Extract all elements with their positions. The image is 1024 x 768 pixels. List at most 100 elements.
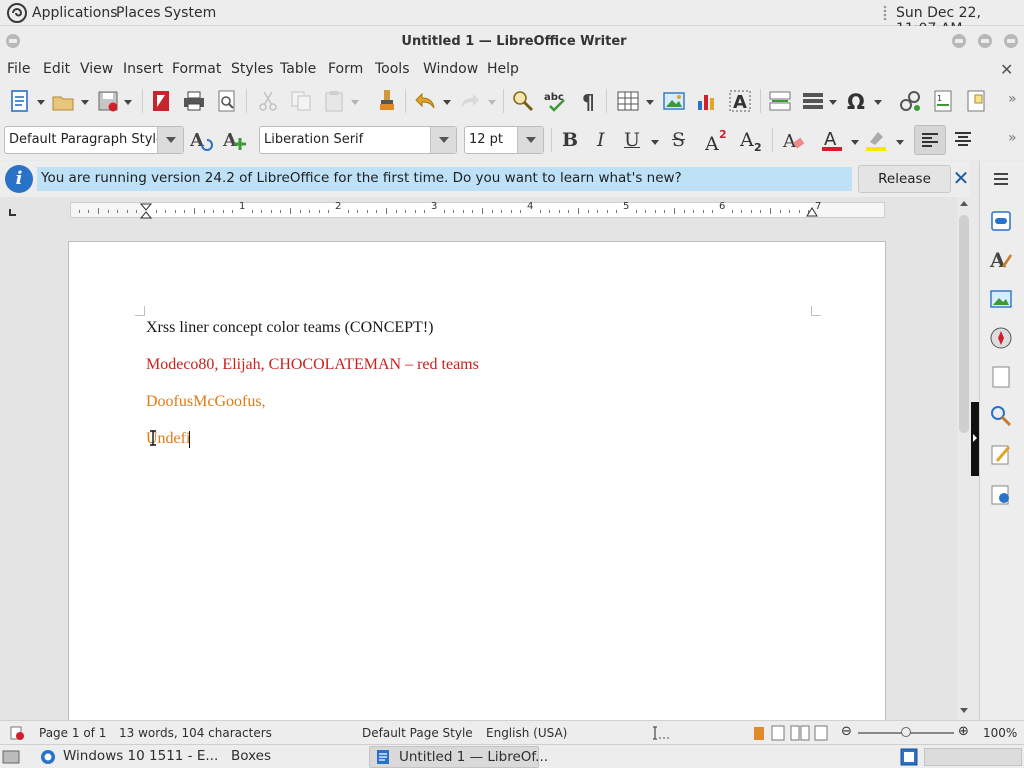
font-color-icon[interactable]: A	[820, 128, 844, 152]
export-pdf-icon[interactable]	[149, 89, 173, 113]
align-center-icon[interactable]	[953, 130, 973, 150]
digital-signature-icon[interactable]	[753, 725, 765, 741]
redo-dropdown-icon[interactable]	[488, 100, 496, 105]
design-icon[interactable]	[989, 483, 1013, 507]
strikethrough-button[interactable]: S	[672, 129, 685, 151]
spelling-icon[interactable]: abc	[544, 89, 568, 113]
workspace-pager[interactable]	[924, 748, 1022, 766]
highlight-dropdown-icon[interactable]	[896, 140, 904, 145]
save-icon[interactable]	[96, 89, 120, 113]
menu-edit[interactable]: Edit	[43, 61, 70, 77]
view-layout-icon[interactable]	[771, 725, 829, 741]
document-line-2[interactable]: Modeco80, Elijah, CHOCOLATEMAN – red tea…	[146, 356, 479, 374]
distro-logo-icon[interactable]	[7, 3, 27, 23]
taskbar-item-windows10[interactable]: Windows 10 1511 - E...	[36, 746, 226, 768]
insert-footnote-icon[interactable]: 1	[931, 89, 955, 113]
menu-form[interactable]: Form	[328, 61, 363, 77]
manage-changes-icon[interactable]	[989, 443, 1013, 467]
workspace-switcher-icon[interactable]	[900, 748, 918, 766]
zoom-in-icon[interactable]: ⊕	[958, 724, 969, 739]
more-toolbar-icon[interactable]: »	[1008, 91, 1017, 107]
sidebar-collapse-handle[interactable]	[971, 402, 979, 476]
zoom-out-icon[interactable]: ⊖	[841, 724, 852, 739]
page-count-status[interactable]: Page 1 of 1	[39, 726, 106, 740]
highlight-color-icon[interactable]	[864, 128, 888, 152]
close-window-button[interactable]	[1004, 34, 1018, 48]
print-icon[interactable]	[182, 89, 206, 113]
font-name-dropdown-button[interactable]	[430, 127, 456, 153]
window-title-bar[interactable]: Untitled 1 — LibreOffice Writer	[0, 26, 1024, 58]
maximize-button[interactable]	[978, 34, 992, 48]
menu-table[interactable]: Table	[280, 61, 316, 77]
scroll-up-icon[interactable]	[960, 201, 968, 206]
document-line-1[interactable]: Xrss liner concept color teams (CONCEPT!…	[146, 319, 433, 337]
scrollbar-thumb[interactable]	[959, 215, 969, 433]
insert-table-icon[interactable]	[616, 89, 640, 113]
gallery-icon[interactable]	[989, 287, 1013, 311]
menu-places[interactable]: Places	[116, 5, 161, 21]
paste-icon[interactable]	[322, 89, 346, 113]
font-size-dropdown-button[interactable]	[517, 127, 543, 153]
special-character-icon[interactable]: Ω	[845, 89, 869, 113]
table-dropdown-icon[interactable]	[646, 100, 654, 105]
menu-tools[interactable]: Tools	[375, 61, 410, 77]
paragraph-style-dropdown-button[interactable]	[157, 127, 183, 153]
style-inspector-icon[interactable]	[989, 404, 1013, 428]
page-icon[interactable]	[989, 365, 1013, 389]
find-replace-icon[interactable]	[511, 89, 535, 113]
save-dropdown-icon[interactable]	[124, 100, 132, 105]
properties-icon[interactable]	[989, 209, 1013, 233]
undo-icon[interactable]	[413, 89, 437, 113]
menu-file[interactable]: File	[7, 61, 30, 77]
superscript-icon[interactable]: A2	[705, 128, 729, 152]
new-dropdown-icon[interactable]	[37, 100, 45, 105]
left-indent-marker-icon[interactable]	[140, 203, 152, 219]
menu-insert[interactable]: Insert	[123, 61, 163, 77]
close-document-icon[interactable]: ✕	[1000, 60, 1013, 79]
scroll-down-icon[interactable]	[960, 708, 968, 713]
insert-field-icon[interactable]	[801, 89, 825, 113]
word-count-status[interactable]: 13 words, 104 characters	[119, 726, 272, 740]
menu-styles[interactable]: Styles	[231, 61, 273, 77]
menu-window[interactable]: Window	[423, 61, 478, 77]
zoom-slider-thumb[interactable]	[901, 727, 911, 737]
document-line-3[interactable]: DoofusMcGoofus,	[146, 393, 266, 411]
paste-dropdown-icon[interactable]	[351, 100, 359, 105]
styles-icon[interactable]: A	[989, 247, 1013, 271]
subscript-icon[interactable]: A2	[740, 128, 764, 152]
minimize-button[interactable]	[952, 34, 966, 48]
more-formatting-icon[interactable]: »	[1008, 130, 1017, 146]
special-char-dropdown-icon[interactable]	[874, 100, 882, 105]
field-dropdown-icon[interactable]	[829, 100, 837, 105]
insert-text-box-icon[interactable]: A	[728, 89, 752, 113]
document-area[interactable]: 1234567 Xrss liner concept color teams (…	[0, 197, 957, 720]
underline-dropdown-icon[interactable]	[651, 140, 659, 145]
open-dropdown-icon[interactable]	[81, 100, 89, 105]
copy-icon[interactable]	[289, 89, 313, 113]
taskbar-item-boxes[interactable]: Boxes	[231, 746, 311, 768]
menu-system[interactable]: System	[164, 5, 216, 21]
underline-button[interactable]: U	[624, 129, 640, 151]
menu-format[interactable]: Format	[172, 61, 221, 77]
insert-image-icon[interactable]	[662, 89, 686, 113]
language-status[interactable]: English (USA)	[486, 726, 567, 740]
paragraph-style-combo[interactable]: Default Paragraph Style	[4, 126, 184, 154]
open-folder-icon[interactable]	[51, 90, 75, 114]
insert-comment-icon[interactable]	[964, 89, 988, 113]
tab-stop-selector[interactable]	[9, 209, 16, 216]
clone-formatting-icon[interactable]	[375, 88, 399, 112]
horizontal-ruler[interactable]: 1234567	[70, 201, 885, 219]
bold-button[interactable]: B	[562, 129, 578, 151]
navigator-icon[interactable]	[989, 326, 1013, 350]
taskbar-item-writer[interactable]: Untitled 1 — LibreOf...	[369, 746, 548, 768]
infobar-close-icon[interactable]: ✕	[952, 166, 970, 190]
new-style-icon[interactable]: A	[223, 128, 247, 152]
insert-chart-icon[interactable]	[695, 89, 719, 113]
menu-applications[interactable]: Applications	[32, 5, 118, 21]
font-size-combo[interactable]: 12 pt	[464, 126, 544, 154]
print-preview-icon[interactable]	[215, 89, 239, 113]
sidebar-menu-icon[interactable]	[989, 167, 1013, 191]
page-style-status[interactable]: Default Page Style	[362, 726, 473, 740]
menu-help[interactable]: Help	[487, 61, 519, 77]
undo-dropdown-icon[interactable]	[443, 100, 451, 105]
